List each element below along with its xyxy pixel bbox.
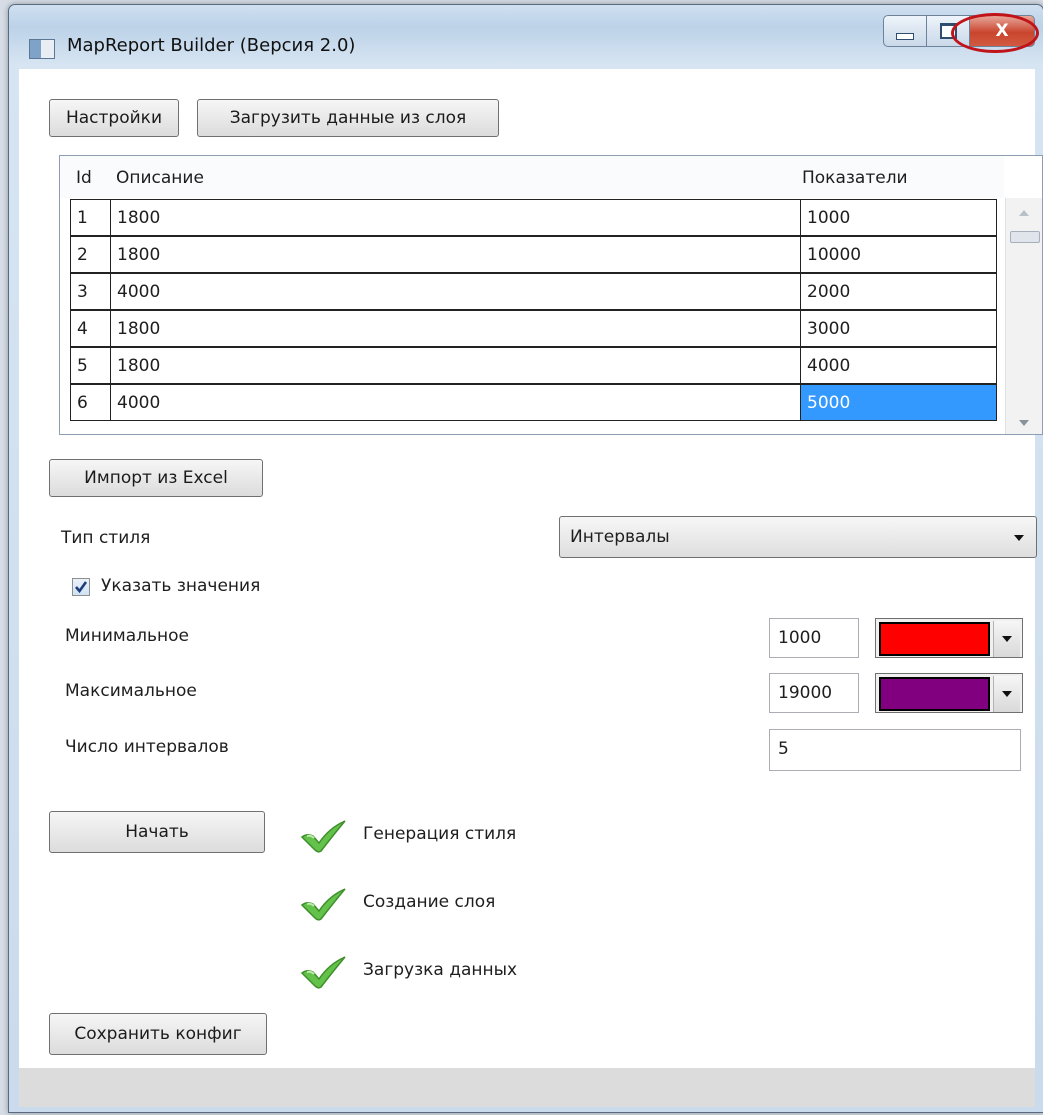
min-color-picker[interactable] (875, 618, 1023, 658)
style-type-select[interactable]: Интервалы (559, 516, 1037, 558)
close-icon: X (995, 21, 1009, 41)
intervals-label: Число интервалов (65, 737, 229, 757)
specify-values-checkbox[interactable] (72, 578, 90, 596)
chevron-down-icon (1014, 535, 1024, 541)
cell-metrics[interactable]: 4000 (800, 347, 997, 384)
specify-values-label[interactable]: Указать значения (101, 576, 260, 596)
cell-description[interactable]: 1800 (110, 310, 801, 347)
check-icon (299, 887, 349, 926)
cell-metrics[interactable]: 3000 (800, 310, 997, 347)
cell-description[interactable]: 1800 (110, 199, 801, 236)
cell-id[interactable]: 3 (70, 273, 111, 310)
caption-buttons: X (883, 15, 1035, 49)
table-row[interactable]: 3 4000 2000 (70, 273, 997, 310)
app-window: MapReport Builder (Версия 2.0) X Настрой… (8, 4, 1043, 1113)
intervals-input[interactable]: 5 (769, 729, 1021, 771)
header-id[interactable]: Id (76, 168, 92, 188)
max-color-dropdown[interactable] (993, 676, 1020, 712)
title-bar[interactable]: MapReport Builder (Версия 2.0) X (9, 5, 1043, 69)
check-icon (299, 819, 349, 858)
chevron-down-icon (1002, 691, 1012, 697)
cell-description[interactable]: 1800 (110, 347, 801, 384)
cell-id[interactable]: 4 (70, 310, 111, 347)
chevron-down-icon (1002, 636, 1012, 642)
close-button[interactable]: X (970, 15, 1035, 47)
cell-description[interactable]: 4000 (110, 384, 801, 421)
max-label: Максимальное (65, 681, 197, 701)
max-color-picker[interactable] (875, 673, 1023, 713)
cell-metrics[interactable]: 5000 (800, 384, 997, 421)
progress-step-label: Загрузка данных (363, 960, 518, 980)
save-config-button[interactable]: Сохранить конфиг (49, 1013, 267, 1055)
max-value-input[interactable]: 19000 (769, 673, 859, 713)
cell-description[interactable]: 4000 (110, 273, 801, 310)
settings-button[interactable]: Настройки (49, 99, 179, 137)
maximize-icon (939, 23, 957, 39)
minimize-icon (896, 32, 914, 40)
cell-id[interactable]: 6 (70, 384, 111, 421)
load-from-layer-button[interactable]: Загрузить данные из слоя (197, 99, 499, 137)
import-excel-button[interactable]: Импорт из Excel (49, 459, 263, 497)
maximize-button[interactable] (927, 15, 970, 47)
min-color-dropdown[interactable] (993, 621, 1020, 657)
min-value-input[interactable]: 1000 (769, 618, 859, 658)
table-row[interactable]: 6 4000 5000 (70, 384, 997, 421)
cell-id[interactable]: 2 (70, 236, 111, 273)
status-bar (19, 1068, 1035, 1107)
scroll-up-icon[interactable] (1019, 210, 1029, 216)
table-row[interactable]: 2 1800 10000 (70, 236, 997, 273)
header-metrics[interactable]: Показатели (802, 168, 908, 188)
max-color-swatch (879, 677, 990, 711)
table-row[interactable]: 1 1800 1000 (70, 199, 997, 236)
progress-step-label: Генерация стиля (363, 824, 517, 844)
cell-description[interactable]: 1800 (110, 236, 801, 273)
window-title: MapReport Builder (Версия 2.0) (67, 35, 356, 56)
data-grid[interactable]: Id Описание Показатели 1 1800 1000 2 1800 100… (59, 155, 1043, 435)
style-type-label: Тип стиля (61, 528, 151, 548)
table-row[interactable]: 5 1800 4000 (70, 347, 997, 384)
table-row[interactable]: 4 1800 3000 (70, 310, 997, 347)
cell-id[interactable]: 5 (70, 347, 111, 384)
checkmark-icon (75, 581, 88, 594)
cell-metrics[interactable]: 2000 (800, 273, 997, 310)
header-description[interactable]: Описание (116, 168, 204, 188)
start-button[interactable]: Начать (49, 811, 265, 853)
cell-id[interactable]: 1 (70, 199, 111, 236)
cell-metrics[interactable]: 10000 (800, 236, 997, 273)
cell-metrics[interactable]: 1000 (800, 199, 997, 236)
min-label: Минимальное (65, 626, 189, 646)
client-area: Настройки Загрузить данные из слоя Id Оп… (19, 69, 1043, 1107)
style-type-value: Интервалы (570, 527, 670, 547)
scroll-down-icon[interactable] (1019, 420, 1029, 426)
min-color-swatch (879, 622, 990, 656)
grid-vertical-scrollbar[interactable] (1005, 198, 1042, 434)
app-icon (29, 39, 55, 59)
minimize-button[interactable] (883, 15, 927, 47)
progress-step-label: Создание слоя (363, 892, 496, 912)
grid-header: Id Описание Показатели (60, 156, 1004, 198)
scroll-thumb[interactable] (1010, 231, 1040, 243)
check-icon (299, 955, 349, 994)
